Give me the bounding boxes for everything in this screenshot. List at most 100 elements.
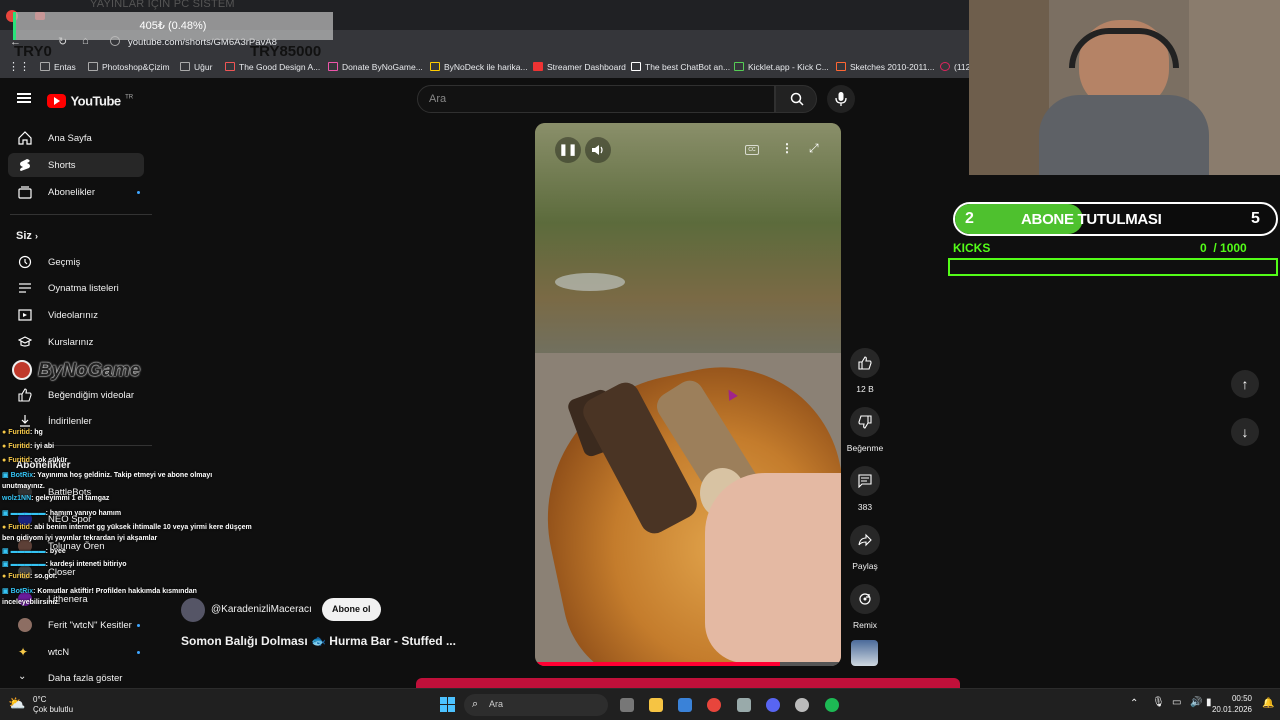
channel-avatar[interactable]	[181, 598, 205, 622]
bookmark-label: The Good Design A...	[239, 62, 321, 72]
file-explorer-icon[interactable]	[649, 698, 663, 712]
sidebar-sub-ferit-kesitler[interactable]: Ferit "wtcN" Kesitler	[8, 613, 144, 637]
bookmark-label: ByNoDeck ile harika...	[444, 62, 528, 72]
notifications-icon[interactable]: 🔔	[1262, 698, 1274, 709]
subscriptions-icon	[18, 186, 32, 199]
donation-goal-bar: 405₺ (0.48%)	[13, 12, 333, 40]
microphone-icon[interactable]: 🎙	[1152, 697, 1165, 708]
bookmark-good-design[interactable]: The Good Design A...	[225, 62, 320, 72]
kicks-label: KICKS	[953, 241, 991, 255]
pinterest-icon	[940, 62, 950, 71]
short-video-player[interactable]: ❚❚ CC ⋮ ⤢	[535, 123, 841, 666]
pause-icon: ❚❚	[558, 144, 578, 156]
volume-button[interactable]	[585, 137, 611, 163]
webcam-feed	[969, 0, 1280, 175]
remix-label: Remix	[852, 620, 878, 630]
sidebar-item-history[interactable]: Geçmiş	[8, 250, 144, 274]
bookmark-entas[interactable]: Entas	[40, 62, 76, 72]
search-input[interactable]: Ara	[417, 85, 775, 113]
fullscreen-icon[interactable]: ⤢	[809, 141, 819, 156]
sidebar-item-courses[interactable]: Kurslarınız	[8, 330, 144, 354]
pause-button[interactable]: ❚❚	[555, 137, 581, 163]
share-button[interactable]: Paylaş	[837, 525, 893, 571]
network-icon[interactable]: ▭	[1172, 697, 1181, 708]
weather-temp[interactable]: 0°C	[33, 695, 46, 704]
sidebar-item-subscriptions[interactable]: Abonelikler	[8, 180, 144, 204]
sidebar-item-playlists[interactable]: Oynatma listeleri	[8, 276, 144, 300]
sidebar-item-shorts[interactable]: Shorts	[8, 153, 144, 177]
weather-text[interactable]: Çok bulutlu	[33, 705, 73, 714]
apps-grid-icon[interactable]: ⋮⋮	[8, 60, 30, 73]
chat-message: ● Furitid: iyi abi	[2, 443, 55, 450]
sidebar-item-label: wtcN	[48, 647, 70, 658]
youtube-logo-text: YouTube	[70, 93, 121, 109]
menu-hamburger-icon[interactable]	[17, 93, 31, 103]
sidebar-item-liked-videos[interactable]: Beğendiğim videolar	[8, 383, 144, 407]
search-button[interactable]	[775, 85, 817, 113]
weather-icon[interactable]: ⛅	[8, 695, 25, 712]
sidebar-item-home[interactable]: Ana Sayfa	[8, 126, 144, 150]
bookmark-photoshop[interactable]: Photoshop&Çizim	[88, 62, 170, 72]
bynogame-brand-text: ByNoGame	[38, 360, 141, 381]
remix-button[interactable]: Remix	[837, 584, 893, 630]
bookmark-sketches[interactable]: Sketches 2010-2011...	[836, 62, 934, 72]
chrome-icon[interactable]	[707, 698, 721, 712]
bookmark-label: Sketches 2010-2011...	[850, 62, 935, 72]
chevron-up-icon[interactable]: ⌃	[1130, 698, 1138, 709]
video-progress-track[interactable]	[535, 662, 841, 666]
dislike-icon	[858, 415, 872, 429]
microphone-icon	[835, 92, 847, 106]
bookmark-bynodeck[interactable]: ByNoDeck ile harika...	[430, 62, 528, 72]
donation-goal-min: TRY0	[14, 43, 52, 60]
site-icon	[734, 62, 744, 71]
app-icon[interactable]	[795, 698, 809, 712]
shorts-icon	[20, 159, 30, 171]
bookmark-donate[interactable]: Donate ByNoGame...	[328, 62, 423, 72]
sidebar-sub-wtcn[interactable]: ✦ wtcN	[8, 640, 144, 664]
you-header-label: Siz	[16, 230, 32, 242]
bookmark-ugur[interactable]: Uğur	[180, 62, 212, 72]
bookmark-streamer-dashboard[interactable]: Streamer Dashboard	[533, 62, 626, 72]
bookmark-kicklet[interactable]: Kicklet.app - Kick C...	[734, 62, 829, 72]
more-options-icon[interactable]: ⋮	[781, 141, 793, 155]
windows-start-icon[interactable]	[440, 697, 456, 713]
remix-icon	[859, 593, 871, 605]
bookmark-pinterest[interactable]: (112	[940, 62, 970, 72]
headset	[1069, 28, 1179, 68]
sidebar-show-more[interactable]: ⌄ Daha fazla göster	[8, 666, 144, 690]
voice-search-button[interactable]	[827, 85, 855, 113]
new-content-dot	[137, 624, 140, 627]
app-icon[interactable]	[737, 698, 751, 712]
next-short-button[interactable]: ↓	[1231, 418, 1259, 446]
sound-thumbnail[interactable]	[851, 640, 878, 666]
new-content-dot	[137, 651, 140, 654]
bookmark-chatbot[interactable]: The best ChatBot an...	[631, 62, 730, 72]
sidebar-you-header[interactable]: Siz ›	[16, 230, 38, 242]
like-icon	[858, 356, 872, 370]
subscribe-button[interactable]: Abone ol	[322, 598, 381, 621]
discord-icon[interactable]	[766, 698, 780, 712]
chat-message: ● Furitid: abi benim internet gg yüksek …	[2, 524, 252, 542]
clock-time[interactable]: 00:50	[1220, 694, 1252, 703]
youtube-play-icon	[47, 93, 66, 108]
captions-icon[interactable]: CC	[745, 145, 759, 155]
forest-background	[535, 123, 841, 373]
dislike-button[interactable]: Beğenme	[837, 407, 893, 453]
bookmark-label: Photoshop&Çizim	[102, 62, 170, 72]
like-icon	[18, 388, 32, 402]
volume-icon	[592, 145, 603, 155]
like-button[interactable]: 12 B	[837, 348, 893, 394]
site-icon	[631, 62, 641, 71]
store-icon[interactable]	[678, 698, 692, 712]
youtube-logo[interactable]: YouTube TR	[47, 92, 133, 110]
task-view-icon[interactable]	[620, 698, 634, 712]
previous-short-button[interactable]: ↑	[1231, 370, 1259, 398]
clock-date[interactable]: 20.01.2026	[1200, 705, 1252, 714]
short-title[interactable]: Somon Balığı Dolması 🐟 Hurma Bar - Stuff…	[181, 634, 456, 648]
comments-button[interactable]: 383	[837, 466, 893, 512]
channel-name[interactable]: @KaradenizliMaceracı	[211, 604, 312, 615]
sidebar-item-your-videos[interactable]: Videolarınız	[8, 303, 144, 327]
taskbar-search-box[interactable]: ⌕ Ara	[464, 694, 608, 716]
spotify-icon[interactable]	[825, 698, 839, 712]
sidebar-item-label: Ferit "wtcN" Kesitler	[48, 620, 132, 631]
